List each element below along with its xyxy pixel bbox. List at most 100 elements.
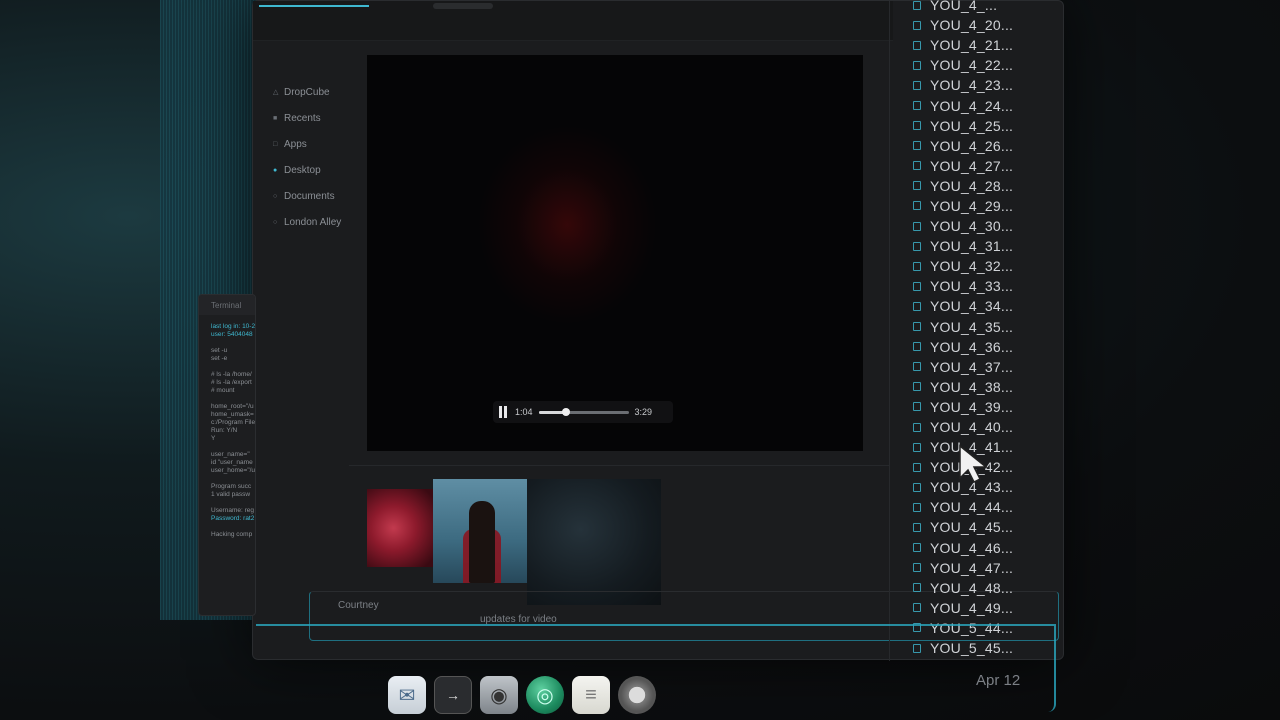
terminal-output: last log in: 10-2 user: 5404048 set -u set …: [199, 315, 255, 539]
list-item[interactable]: YOU_4_21...: [913, 35, 1053, 55]
file-name: YOU_4_49...: [930, 599, 1014, 616]
file-name: YOU_4_39...: [930, 398, 1014, 415]
sidebar-item-label: London Alley: [284, 216, 342, 228]
message-date: Apr 12: [976, 672, 1021, 689]
list-item[interactable]: YOU_4_32...: [913, 256, 1053, 276]
terminal-title: Terminal: [199, 295, 255, 315]
thumbnail-figure-blue[interactable]: [433, 479, 527, 583]
file-icon: [913, 502, 921, 512]
sidebar-item-label: Recents: [284, 112, 321, 124]
terminal-line: user_home="/u: [211, 467, 256, 474]
notes-icon[interactable]: ≡: [572, 676, 610, 714]
video-scrubber[interactable]: [538, 407, 629, 416]
video-frame: [477, 125, 657, 325]
list-item[interactable]: YOU_4_38...: [913, 377, 1053, 397]
list-item[interactable]: YOU_4_31...: [913, 236, 1053, 256]
thumbnail-dark[interactable]: [527, 479, 661, 605]
list-item[interactable]: YOU_4_36...: [913, 337, 1053, 357]
list-item[interactable]: YOU_4_44...: [913, 497, 1053, 517]
terminal-line: # ls -la /export: [211, 379, 252, 386]
sidebar-item-dropcube[interactable]: △ DropCube: [273, 79, 363, 105]
file-name: YOU_4_35...: [930, 318, 1014, 335]
file-list: YOU_4_... YOU_4_20... YOU_4_21... YOU_4_22.…: [913, 0, 1053, 658]
thumbnail-red-portrait[interactable]: [367, 489, 433, 567]
terminal-line: c:/Program File: [211, 419, 256, 426]
file-name: YOU_4_24...: [930, 97, 1014, 114]
scrubber-handle[interactable]: [562, 407, 571, 416]
file-icon: [913, 281, 921, 291]
list-item[interactable]: YOU_4_37...: [913, 357, 1053, 377]
file-name: YOU_4_37...: [930, 358, 1014, 375]
file-name: YOU_4_38...: [930, 378, 1014, 395]
list-item[interactable]: YOU_4_20...: [913, 15, 1053, 35]
file-name: YOU_4_40...: [930, 419, 1014, 436]
list-divider: [889, 1, 890, 661]
browser-icon[interactable]: [618, 676, 656, 714]
file-name: YOU_4_31...: [930, 238, 1014, 255]
list-item[interactable]: YOU_4_35...: [913, 317, 1053, 337]
pause-icon[interactable]: [499, 406, 509, 418]
terminal-line: 1 valid passw: [211, 491, 251, 498]
file-icon: [913, 482, 921, 492]
terminal-line: Username: reg: [211, 507, 254, 514]
list-item[interactable]: YOU_4_39...: [913, 397, 1053, 417]
list-item[interactable]: YOU_4_47...: [913, 558, 1053, 578]
list-item[interactable]: YOU_4_33...: [913, 276, 1053, 296]
video-player[interactable]: [367, 55, 863, 451]
globe-icon[interactable]: ◎: [526, 676, 564, 714]
file-name: YOU_4_...: [930, 0, 998, 14]
sidebar-item-desktop[interactable]: ● Desktop: [273, 157, 363, 183]
terminal-blank: [211, 499, 255, 507]
list-item[interactable]: YOU_4_29...: [913, 196, 1053, 216]
file-icon: [913, 543, 921, 553]
sidebar-item-london-alley[interactable]: ○ London Alley: [273, 209, 363, 235]
titlebar-handle[interactable]: [433, 3, 493, 9]
list-item[interactable]: YOU_4_26...: [913, 136, 1053, 156]
file-icon: [913, 261, 921, 271]
thumbnail-subject: [469, 501, 495, 583]
terminal-blank: [211, 475, 255, 483]
list-item[interactable]: YOU_4_28...: [913, 176, 1053, 196]
list-item[interactable]: YOU_4_46...: [913, 538, 1053, 558]
list-item[interactable]: YOU_4_27...: [913, 156, 1053, 176]
list-item[interactable]: YOU_4_24...: [913, 95, 1053, 115]
list-item[interactable]: YOU_4_23...: [913, 75, 1053, 95]
cloud-icon: △: [273, 89, 279, 96]
list-item[interactable]: YOU_4_45...: [913, 517, 1053, 537]
list-item[interactable]: YOU_4_48...: [913, 578, 1053, 598]
sidebar-item-apps[interactable]: □ Apps: [273, 131, 363, 157]
file-icon: [913, 603, 921, 613]
file-name: YOU_4_47...: [930, 559, 1014, 576]
list-item[interactable]: YOU_5_44...: [913, 618, 1053, 638]
list-item[interactable]: YOU_4_34...: [913, 296, 1053, 316]
terminal-blank: [211, 395, 255, 403]
list-item[interactable]: YOU_4_...: [913, 0, 1053, 15]
sidebar: △ DropCube ■ Recents □ Apps ● Desktop ○ Docum…: [273, 79, 363, 235]
sidebar-item-recents[interactable]: ■ Recents: [273, 105, 363, 131]
list-item[interactable]: YOU_4_30...: [913, 216, 1053, 236]
file-icon: [913, 422, 921, 432]
file-icon: [913, 643, 921, 653]
file-icon: [913, 221, 921, 231]
document-icon: ○: [273, 192, 278, 200]
file-name: YOU_4_33...: [930, 278, 1014, 295]
file-icon: [913, 121, 921, 131]
list-item[interactable]: YOU_4_22...: [913, 55, 1053, 75]
list-item[interactable]: YOU_4_40...: [913, 417, 1053, 437]
file-name: YOU_4_36...: [930, 338, 1014, 355]
list-item[interactable]: YOU_4_49...: [913, 598, 1053, 618]
terminal-window[interactable]: Terminal last log in: 10-2 user: 5404048 s…: [198, 294, 256, 616]
terminal-line: # ls -la /home/: [211, 371, 252, 378]
file-name: YOU_4_34...: [930, 298, 1014, 315]
file-name: YOU_4_20...: [930, 17, 1014, 34]
terminal-icon[interactable]: →: [434, 676, 472, 714]
file-icon: [913, 181, 921, 191]
sidebar-item-documents[interactable]: ○ Documents: [273, 183, 363, 209]
list-item[interactable]: YOU_4_25...: [913, 116, 1053, 136]
file-icon: [913, 362, 921, 372]
list-item[interactable]: YOU_5_45...: [913, 638, 1053, 658]
camera-icon[interactable]: ◉: [480, 676, 518, 714]
sidebar-item-label: Documents: [284, 190, 335, 202]
mail-icon[interactable]: ✉: [388, 676, 426, 714]
file-icon: [913, 161, 921, 171]
